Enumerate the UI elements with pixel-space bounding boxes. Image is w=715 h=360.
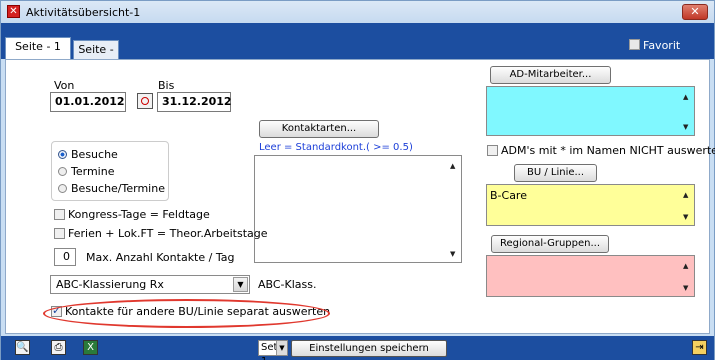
calendar-icon[interactable] [137,93,153,109]
bu-linie-item[interactable]: B-Care [490,189,527,202]
page-content: Von Bis 01.01.2012 31.12.2012 Kontaktart… [5,59,715,334]
regional-gruppen-listbox[interactable]: ▲ ▼ [486,255,695,297]
close-button[interactable]: ✕ [682,4,708,20]
printer-icon[interactable]: ⎙ [51,340,66,355]
kongress-checkbox[interactable]: Kongress-Tage = Feldtage [54,208,210,221]
bu-linie-listbox[interactable]: B-Care ▲ ▼ [486,184,695,226]
abc-label: ABC-Klass. [258,278,317,291]
von-date-field[interactable]: 01.01.2012 [50,92,126,112]
chevron-down-icon[interactable]: ▼ [233,277,248,292]
von-label: Von [54,79,75,92]
bottom-toolbar: 🔍 ⎙ X Set-1 ▼ Einstellungen speichern ⇥ [1,336,714,360]
highlight-ellipse [43,299,330,328]
radio-besuche[interactable]: Besuche [58,148,118,161]
ad-mitarbeiter-listbox[interactable]: ▲ ▼ [486,86,695,136]
bu-scrollbar[interactable]: ▲ ▼ [680,185,694,225]
abc-select[interactable]: ABC-Klassierung Rx ▼ [50,275,250,294]
window: ✕ Aktivitätsübersicht-1 ✕ Seite - 1 Seit… [0,0,715,360]
ferien-checkbox[interactable]: Ferien + Lok.FT = Theor.Arbeitstage [54,227,268,240]
favorit-label: Favorit [643,39,681,52]
ad-mitarbeiter-button[interactable]: AD-Mitarbeiter... [490,66,611,84]
bu-linie-button[interactable]: BU / Linie... [514,164,597,182]
radio-termine[interactable]: Termine [58,165,114,178]
regional-gruppen-button[interactable]: Regional-Gruppen... [491,235,609,253]
window-title: Aktivitätsübersicht-1 [26,6,141,19]
adm-checkbox[interactable]: ADM's mit * im Namen NICHT auswerten. [487,144,715,157]
exit-door-icon[interactable]: ⇥ [692,340,707,355]
kontaktarten-hint: Leer = Standardkont.( >= 0.5) [259,142,413,153]
kontaktarten-listbox[interactable]: ▲ ▼ [254,155,462,263]
tab-seite-1[interactable]: Seite - 1 [5,37,71,59]
favorit-checkbox[interactable]: Favorit [629,39,680,52]
print-preview-icon[interactable]: 🔍 [15,340,30,355]
max-kontakte-input[interactable]: 0 [54,248,76,266]
ad-scrollbar[interactable]: ▲ ▼ [680,87,694,135]
kontaktarten-button[interactable]: Kontaktarten... [259,120,379,138]
chevron-down-icon[interactable]: ▼ [276,341,287,355]
activity-radio-group: Besuche Termine Besuche/Termine [51,141,169,201]
title-bar: ✕ Aktivitätsübersicht-1 ✕ [1,1,714,23]
save-settings-button[interactable]: Einstellungen speichern [291,340,447,357]
radio-besuche-termine[interactable]: Besuche/Termine [58,182,165,195]
kontaktarten-scrollbar[interactable]: ▲ ▼ [447,156,461,262]
excel-icon[interactable]: X [83,340,98,355]
tab-seite-2[interactable]: Seite - 2 [73,40,119,74]
tab-strip: Seite - 1 Seite - 2 Favorit [1,23,714,74]
bis-date-field[interactable]: 31.12.2012 [157,92,232,112]
app-icon: ✕ [7,5,20,18]
favorit-checkbox-box[interactable] [629,39,640,50]
max-kontakte-label: Max. Anzahl Kontakte / Tag [86,251,235,264]
regional-scrollbar[interactable]: ▲ ▼ [680,256,694,296]
set-select[interactable]: Set-1 ▼ [258,340,288,360]
bis-label: Bis [158,79,175,92]
